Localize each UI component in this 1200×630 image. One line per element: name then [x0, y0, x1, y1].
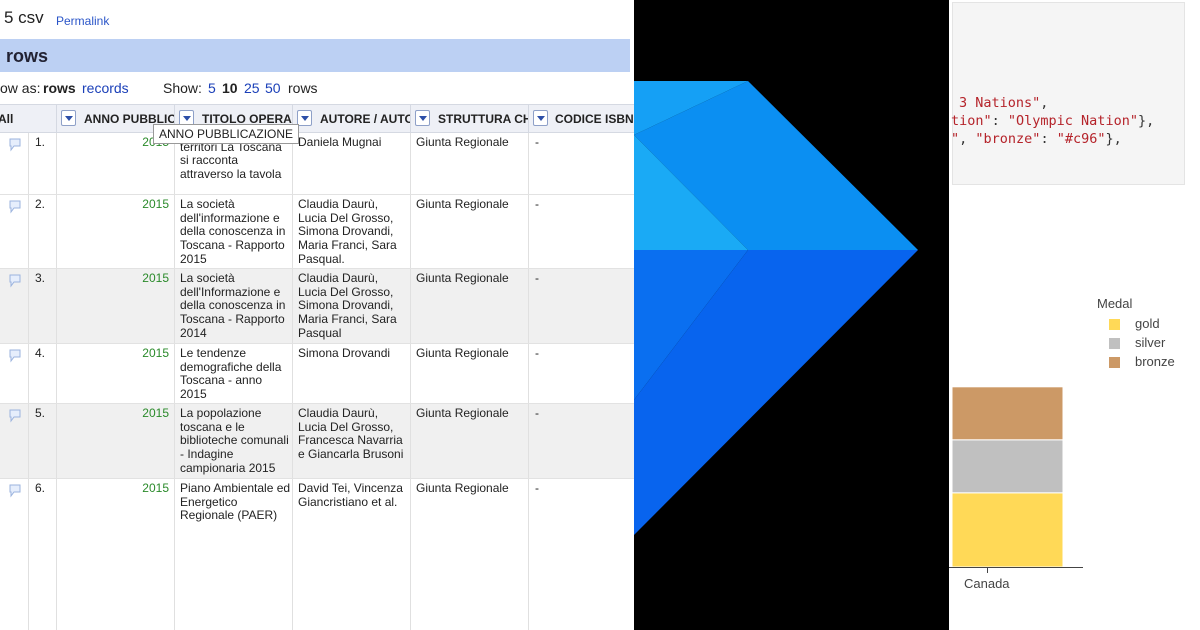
- comment-flag-icon[interactable]: [8, 138, 22, 152]
- column-menu-dropdown-icon[interactable]: [415, 110, 430, 126]
- comment-flag-icon[interactable]: [8, 274, 22, 288]
- show-as-records-link[interactable]: records: [82, 80, 129, 96]
- page-size-25-link[interactable]: 25: [244, 80, 260, 96]
- stacked-bar-chart: [949, 386, 1083, 573]
- row-number: 4.: [29, 344, 57, 403]
- cell-isbn: -: [535, 346, 539, 360]
- cell-year: 2015: [57, 344, 175, 403]
- cell-year: 2015: [57, 195, 175, 268]
- cell-struttura: Giunta Regionale: [411, 344, 529, 403]
- bar-segment-silver[interactable]: [951, 439, 1064, 494]
- page-size-5-link[interactable]: 5: [208, 80, 216, 96]
- bar-segment-gold[interactable]: [951, 492, 1064, 568]
- cell-isbn: -: [535, 481, 539, 495]
- page-size-50-link[interactable]: 50: [265, 80, 281, 96]
- show-label: Show:: [163, 80, 202, 96]
- comment-flag-icon[interactable]: [8, 484, 22, 498]
- column-header-label: CODICE ISBN: [555, 112, 634, 126]
- cell-authors: Simona Drovandi: [293, 344, 411, 403]
- comment-flag-icon[interactable]: [8, 349, 22, 363]
- cell-title: Le tendenze demografiche della Toscana -…: [175, 344, 293, 403]
- row-icon-cell: [0, 479, 29, 630]
- cell-authors: Daniela Mugnai: [293, 133, 411, 194]
- table-header: All ANNO PUBBLICA TITOLO OPERA AUTORE / …: [0, 104, 634, 133]
- chart-code-panel: 3 Nations", tion": "Olympic Nation"}, ",…: [949, 0, 1200, 630]
- cell-isbn: -: [535, 197, 539, 211]
- cell-title: La società dell'Informazione e della con…: [175, 269, 293, 343]
- show-as-label: ow as:: [0, 80, 41, 96]
- bar-segment-bronze[interactable]: [951, 386, 1064, 441]
- column-header-autore[interactable]: AUTORE / AUTO: [293, 105, 411, 132]
- cell-isbn: -: [535, 135, 539, 149]
- table-row[interactable]: 4. 2015 Le tendenze demografiche della T…: [0, 344, 634, 404]
- table-row[interactable]: 1. 2015 Storie di piatti e territori La …: [0, 127, 634, 195]
- cell-year: 2015: [57, 269, 175, 343]
- cell-year: 2015: [57, 479, 175, 630]
- column-menu-dropdown-icon[interactable]: [297, 110, 312, 126]
- rows-suffix: rows: [288, 80, 318, 96]
- table-row[interactable]: 5. 2015 La popolazione toscana e le bibl…: [0, 404, 634, 479]
- column-header-codice-isbn[interactable]: CODICE ISBN: [529, 105, 634, 132]
- rows-banner-label: rows: [6, 46, 49, 66]
- permalink-link[interactable]: Permalink: [56, 14, 109, 28]
- column-tooltip: ANNO PUBBLICAZIONE: [153, 124, 300, 144]
- row-number: 3.: [29, 269, 57, 343]
- column-header-label: All: [0, 112, 14, 126]
- row-number: 1.: [29, 133, 57, 194]
- page-size-10[interactable]: 10: [222, 80, 238, 96]
- table-row[interactable]: 2. 2015 La società dell'informazione e d…: [0, 195, 634, 269]
- column-header-label: STRUTTURA CH: [438, 112, 529, 126]
- comment-flag-icon[interactable]: [8, 200, 22, 214]
- x-tick-label: Canada: [964, 576, 1010, 591]
- table-viewer-panel: 5 csv Permalink rows ow as: rows records…: [0, 0, 634, 630]
- show-as-rows[interactable]: rows: [43, 80, 76, 96]
- table-row[interactable]: 6. 2015 Piano Ambientale ed Energetico R…: [0, 479, 634, 630]
- cell-title: La popolazione toscana e le biblioteche …: [175, 404, 293, 478]
- logo-panel: [634, 0, 949, 630]
- row-number: 5.: [29, 404, 57, 478]
- row-icon-cell: [0, 195, 29, 268]
- cell-authors: Claudia Daurù, Lucia Del Grosso, Simona …: [293, 195, 411, 268]
- row-icon-cell: [0, 344, 29, 403]
- cell-authors: David Tei, Vincenza Giancristiano et al.: [293, 479, 411, 630]
- column-header-all[interactable]: All: [0, 105, 57, 132]
- column-menu-dropdown-icon[interactable]: [533, 110, 548, 126]
- blue-diamond-logo-icon: [634, 81, 918, 535]
- row-number: 2.: [29, 195, 57, 268]
- table-row[interactable]: 3. 2015 La società dell'Informazione e d…: [0, 269, 634, 344]
- cell-struttura: Giunta Regionale: [411, 195, 529, 268]
- row-icon-cell: [0, 404, 29, 478]
- cell-isbn: -: [535, 271, 539, 285]
- cell-struttura: Giunta Regionale: [411, 404, 529, 478]
- cell-year: 2015: [57, 404, 175, 478]
- column-header-struttura[interactable]: STRUTTURA CH: [411, 105, 529, 132]
- row-number: 6.: [29, 479, 57, 630]
- cell-struttura: Giunta Regionale: [411, 269, 529, 343]
- column-header-label: AUTORE / AUTO: [320, 112, 411, 126]
- cell-title: Piano Ambientale ed Energetico Regionale…: [175, 479, 293, 630]
- cell-authors: Claudia Daurù, Lucia Del Grosso, Simona …: [293, 269, 411, 343]
- column-menu-dropdown-icon[interactable]: [61, 110, 76, 126]
- cell-isbn: -: [535, 406, 539, 420]
- file-title: 5 csv: [4, 8, 44, 27]
- rows-banner: rows: [0, 39, 630, 72]
- row-icon-cell: [0, 133, 29, 194]
- cell-struttura: Giunta Regionale: [411, 479, 529, 630]
- comment-flag-icon[interactable]: [8, 409, 22, 423]
- cell-struttura: Giunta Regionale: [411, 133, 529, 194]
- cell-authors: Claudia Daurù, Lucia Del Grosso, Frances…: [293, 404, 411, 478]
- row-icon-cell: [0, 269, 29, 343]
- cell-title: La società dell'informazione e della con…: [175, 195, 293, 268]
